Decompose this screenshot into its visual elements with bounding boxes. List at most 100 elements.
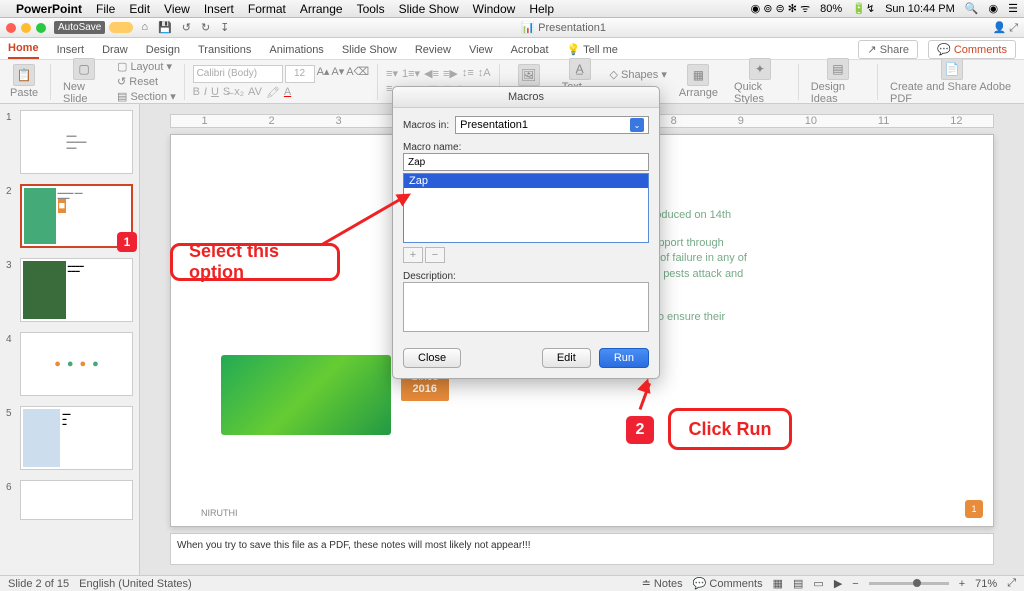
qat-more-icon[interactable]: ↧ [220, 21, 229, 34]
design-ideas-button[interactable]: ▤Design Ideas [807, 58, 869, 105]
thumb-number: 1 [6, 112, 12, 123]
font-size-input[interactable] [285, 65, 315, 83]
macros-in-select[interactable]: Presentation1⌄ [455, 116, 649, 134]
share-button[interactable]: ↗ Share [858, 40, 918, 59]
slide-thumb-4[interactable]: ●●●● [20, 332, 133, 396]
slide-thumb-2[interactable]: ▬▬▬▬ ▬▬▬▬▬■ 1 [20, 184, 133, 248]
chevron-down-icon: ⌄ [630, 118, 644, 132]
spacing-button[interactable]: AV [248, 86, 262, 99]
menu-tools[interactable]: Tools [357, 2, 385, 16]
increase-font-icon[interactable]: A▴ [317, 65, 330, 83]
italic-button[interactable]: I [204, 86, 207, 99]
view-reading-icon[interactable]: ▭ [813, 577, 823, 590]
slide-thumb-3[interactable]: ▬▬▬▬▬▬▬ [20, 258, 133, 322]
home-icon[interactable]: ⌂ [141, 21, 148, 34]
highlight-button[interactable]: 🖍 [266, 86, 280, 99]
redo-icon[interactable]: ↻ [201, 21, 210, 34]
text-dir-button[interactable]: ↕A [478, 67, 491, 80]
run-button[interactable]: Run [599, 348, 649, 368]
zoom-out-icon[interactable]: − [852, 578, 858, 590]
notes-pane[interactable]: When you try to save this file as a PDF,… [170, 533, 994, 565]
slide-thumb-6[interactable] [20, 480, 133, 520]
sub-button[interactable]: x₂ [234, 86, 244, 99]
menu-help[interactable]: Help [529, 2, 554, 16]
tab-review[interactable]: Review [415, 41, 451, 59]
notes-toggle[interactable]: ≐ Notes [642, 577, 683, 590]
indent-inc-button[interactable]: ≡▶ [443, 67, 458, 80]
view-sorter-icon[interactable]: ▤ [793, 577, 803, 590]
traffic-lights[interactable] [6, 23, 46, 33]
macro-list[interactable]: Zap [403, 173, 649, 243]
view-slideshow-icon[interactable]: ▶ [834, 577, 842, 590]
autosave-toggle[interactable] [109, 22, 133, 33]
zoom-window-icon[interactable] [36, 23, 46, 33]
numbers-button[interactable]: 1≡▾ [402, 67, 420, 80]
menu-slideshow[interactable]: Slide Show [399, 2, 459, 16]
slide-thumb-1[interactable]: ▬▬▬▬▬▬▬▬ [20, 110, 133, 174]
bullets-button[interactable]: ≡▾ [386, 67, 398, 80]
tab-view[interactable]: View [469, 41, 493, 59]
tell-me[interactable]: 💡 Tell me [567, 40, 618, 59]
spotlight-icon[interactable]: 🔍 [965, 2, 979, 15]
save-icon[interactable]: 💾 [158, 21, 172, 34]
clear-format-icon[interactable]: A⌫ [346, 65, 369, 83]
menu-insert[interactable]: Insert [204, 2, 234, 16]
tab-insert[interactable]: Insert [57, 41, 85, 59]
indent-dec-button[interactable]: ◀≡ [424, 67, 439, 80]
macro-name-input[interactable] [403, 153, 649, 171]
tab-home[interactable]: Home [8, 39, 39, 59]
menu-edit[interactable]: Edit [129, 2, 150, 16]
tab-draw[interactable]: Draw [102, 41, 128, 59]
quick-styles-button[interactable]: ✦Quick Styles [730, 58, 790, 105]
decrease-font-icon[interactable]: A▾ [331, 65, 344, 83]
zoom-percent[interactable]: 71% [975, 578, 997, 590]
paste-button[interactable]: 📋Paste [6, 64, 42, 99]
strike-button[interactable]: S̶ [223, 86, 230, 99]
section-button[interactable]: ▤ Section ▾ [117, 90, 176, 103]
tab-acrobat[interactable]: Acrobat [511, 41, 549, 59]
comments-button[interactable]: 💬 Comments [928, 40, 1016, 59]
slide-thumbnails[interactable]: 1 ▬▬▬▬▬▬▬▬ 2 ▬▬▬▬ ▬▬▬▬▬■ 1 3 ▬▬▬▬▬▬▬ 4 ●… [0, 104, 140, 575]
bold-button[interactable]: B [193, 86, 200, 99]
window-right-icons[interactable]: 👤 ⤢ [898, 21, 1018, 35]
shapes-button[interactable]: ◇ Shapes ▾ [609, 68, 666, 81]
font-name-input[interactable] [193, 65, 283, 83]
menu-format[interactable]: Format [248, 2, 286, 16]
close-window-icon[interactable] [6, 23, 16, 33]
underline-button[interactable]: U [211, 86, 219, 99]
menu-window[interactable]: Window [473, 2, 516, 16]
tab-slideshow[interactable]: Slide Show [342, 41, 397, 59]
adobe-pdf-button[interactable]: 📄Create and Share Adobe PDF [886, 58, 1018, 105]
menu-file[interactable]: File [96, 2, 115, 16]
linespacing-button[interactable]: ↕≡ [462, 67, 474, 80]
view-normal-icon[interactable]: ▦ [773, 577, 783, 590]
siri-icon[interactable]: ◉ [989, 2, 999, 15]
layout-button[interactable]: ▢ Layout ▾ [117, 60, 176, 73]
app-menu[interactable]: PowerPoint [16, 2, 82, 16]
zoom-slider[interactable] [869, 582, 949, 585]
close-button[interactable]: Close [403, 348, 461, 368]
edit-button[interactable]: Edit [542, 348, 591, 368]
macro-list-item-selected[interactable]: Zap [404, 174, 648, 188]
fit-to-window-icon[interactable]: ⤢ [1007, 577, 1016, 590]
remove-macro-button[interactable]: − [425, 247, 445, 263]
zoom-in-icon[interactable]: + [959, 578, 965, 590]
slide-thumb-5[interactable]: ▬▬▬▬ [20, 406, 133, 470]
status-language[interactable]: English (United States) [79, 578, 192, 590]
add-macro-button[interactable]: + [403, 247, 423, 263]
undo-icon[interactable]: ↺ [182, 21, 191, 34]
menu-view[interactable]: View [164, 2, 190, 16]
tab-design[interactable]: Design [146, 41, 180, 59]
minimize-window-icon[interactable] [21, 23, 31, 33]
description-textarea[interactable] [403, 282, 649, 332]
font-color-button[interactable]: A [284, 86, 291, 99]
tab-transitions[interactable]: Transitions [198, 41, 251, 59]
macros-in-label: Macros in: [403, 120, 449, 131]
new-slide-button[interactable]: ▢New Slide [59, 58, 109, 105]
arrange-button[interactable]: ▦Arrange [675, 64, 722, 99]
comments-toggle[interactable]: 💬 Comments [693, 577, 763, 590]
tab-animations[interactable]: Animations [269, 41, 323, 59]
reset-button[interactable]: ↺ Reset [117, 75, 176, 88]
menu-arrange[interactable]: Arrange [300, 2, 343, 16]
notif-icon[interactable]: ☰ [1008, 2, 1018, 15]
